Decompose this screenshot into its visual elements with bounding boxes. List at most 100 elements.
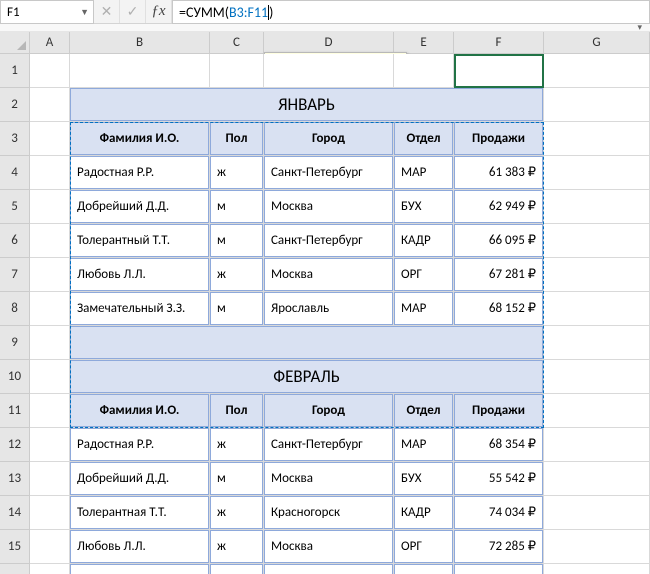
cell[interactable] xyxy=(544,394,650,428)
cell[interactable]: Город xyxy=(264,122,394,156)
cell[interactable] xyxy=(544,326,650,360)
cell[interactable]: КАДР xyxy=(394,224,454,258)
row-header[interactable]: 13 xyxy=(0,462,30,496)
cell[interactable]: Москва xyxy=(264,530,394,564)
cell[interactable] xyxy=(30,496,70,530)
cell[interactable]: Фамилия И.О. xyxy=(70,122,210,156)
cell[interactable]: 67 281 ₽ xyxy=(454,258,544,292)
row-header[interactable]: 11 xyxy=(0,394,30,428)
cell[interactable]: БУХ xyxy=(394,190,454,224)
cell[interactable]: 68 354 ₽ xyxy=(454,428,544,462)
cell[interactable]: Продажи xyxy=(454,394,544,428)
cell[interactable] xyxy=(30,224,70,258)
cell[interactable] xyxy=(30,292,70,326)
cell[interactable]: Продажи xyxy=(454,122,544,156)
col-header[interactable]: B xyxy=(70,32,210,54)
row-header[interactable]: 15 xyxy=(0,530,30,564)
cell[interactable]: Радостная Р.Р. xyxy=(70,428,210,462)
cell[interactable] xyxy=(30,122,70,156)
cell[interactable] xyxy=(544,564,650,574)
row-header[interactable]: 10 xyxy=(0,360,30,394)
select-all-corner[interactable] xyxy=(0,32,30,54)
row-header[interactable]: 7 xyxy=(0,258,30,292)
row-header[interactable]: 2 xyxy=(0,88,30,122)
cell[interactable] xyxy=(30,462,70,496)
cell[interactable]: МАР xyxy=(394,564,454,574)
cell[interactable] xyxy=(544,496,650,530)
cell[interactable] xyxy=(30,530,70,564)
cell[interactable] xyxy=(30,360,70,394)
cell[interactable] xyxy=(30,564,70,574)
cell[interactable]: м xyxy=(210,564,264,574)
cell[interactable] xyxy=(544,360,650,394)
cell[interactable]: Город xyxy=(264,394,394,428)
cell[interactable]: Добрейший Д.Д. xyxy=(70,190,210,224)
cell[interactable] xyxy=(544,428,650,462)
cell[interactable]: Отдел xyxy=(394,394,454,428)
cell[interactable]: м xyxy=(210,224,264,258)
cell[interactable]: Фамилия И.О. xyxy=(70,394,210,428)
cell[interactable]: 72 285 ₽ xyxy=(454,530,544,564)
fx-icon[interactable]: ƒx xyxy=(146,0,172,23)
cell[interactable]: Любовь Л.Л. xyxy=(70,530,210,564)
col-header[interactable]: A xyxy=(30,32,70,54)
cell[interactable]: Радостная Р.Р. xyxy=(70,156,210,190)
row-header[interactable]: 16 xyxy=(0,564,30,574)
cell[interactable] xyxy=(544,292,650,326)
cell[interactable]: ж xyxy=(210,530,264,564)
enter-icon[interactable]: ✓ xyxy=(120,0,146,23)
cell[interactable]: ж xyxy=(210,156,264,190)
row-header[interactable]: 4 xyxy=(0,156,30,190)
cell[interactable]: ОРГ xyxy=(394,258,454,292)
row-header[interactable]: 8 xyxy=(0,292,30,326)
cell[interactable]: м xyxy=(210,292,264,326)
cell[interactable]: ОРГ xyxy=(394,530,454,564)
cell[interactable] xyxy=(30,54,70,88)
col-header[interactable]: F xyxy=(454,32,544,54)
cell[interactable]: Ярославль xyxy=(264,564,394,574)
cell[interactable]: 61 383 ₽ xyxy=(454,156,544,190)
cell[interactable] xyxy=(30,88,70,122)
cell[interactable]: 55 542 ₽ xyxy=(454,462,544,496)
cell[interactable]: Москва xyxy=(264,190,394,224)
cell[interactable] xyxy=(544,122,650,156)
cell[interactable]: КАДР xyxy=(394,496,454,530)
cell[interactable] xyxy=(30,428,70,462)
cell[interactable] xyxy=(544,258,650,292)
cell[interactable]: Красногорск xyxy=(264,496,394,530)
cell[interactable]: ж xyxy=(210,258,264,292)
row-header[interactable]: 1 xyxy=(0,54,30,88)
cell[interactable] xyxy=(544,462,650,496)
row-header[interactable]: 5 xyxy=(0,190,30,224)
row-header[interactable]: 9 xyxy=(0,326,30,360)
cell[interactable]: Москва xyxy=(264,462,394,496)
cell[interactable]: м xyxy=(210,462,264,496)
cells-area[interactable]: СУММ(число1; [число2]; ...) =СУММ(B3:F11… xyxy=(30,54,650,574)
cell[interactable]: ж xyxy=(210,428,264,462)
formula-bar-expand[interactable]: ▾ xyxy=(0,24,650,32)
cell[interactable]: Толерантный Т.Т. xyxy=(70,224,210,258)
cell[interactable]: МАР xyxy=(394,156,454,190)
cell[interactable]: Отдел xyxy=(394,122,454,156)
cell[interactable]: ж xyxy=(210,496,264,530)
cell[interactable]: Добрейший Д.Д. xyxy=(70,462,210,496)
cell[interactable] xyxy=(394,54,454,88)
cell[interactable]: м xyxy=(210,190,264,224)
cell[interactable]: 66 095 ₽ xyxy=(454,224,544,258)
cell[interactable] xyxy=(30,258,70,292)
cell[interactable]: БУХ xyxy=(394,462,454,496)
col-header[interactable]: E xyxy=(394,32,454,54)
cell[interactable]: Любовь Л.Л. xyxy=(70,258,210,292)
cell[interactable]: Толерантная Т.Т. xyxy=(70,496,210,530)
cell[interactable]: Замечательный З.З. xyxy=(70,292,210,326)
row-header[interactable]: 6 xyxy=(0,224,30,258)
cell[interactable] xyxy=(544,190,650,224)
row-header[interactable]: 3 xyxy=(0,122,30,156)
cell[interactable] xyxy=(264,54,394,88)
cell[interactable]: Пол xyxy=(210,394,264,428)
cell[interactable]: ЯНВАРЬ xyxy=(70,88,544,122)
cell[interactable] xyxy=(544,54,650,88)
cell[interactable] xyxy=(30,394,70,428)
row-header[interactable]: 14 xyxy=(0,496,30,530)
cell[interactable]: Санкт-Петербург xyxy=(264,156,394,190)
